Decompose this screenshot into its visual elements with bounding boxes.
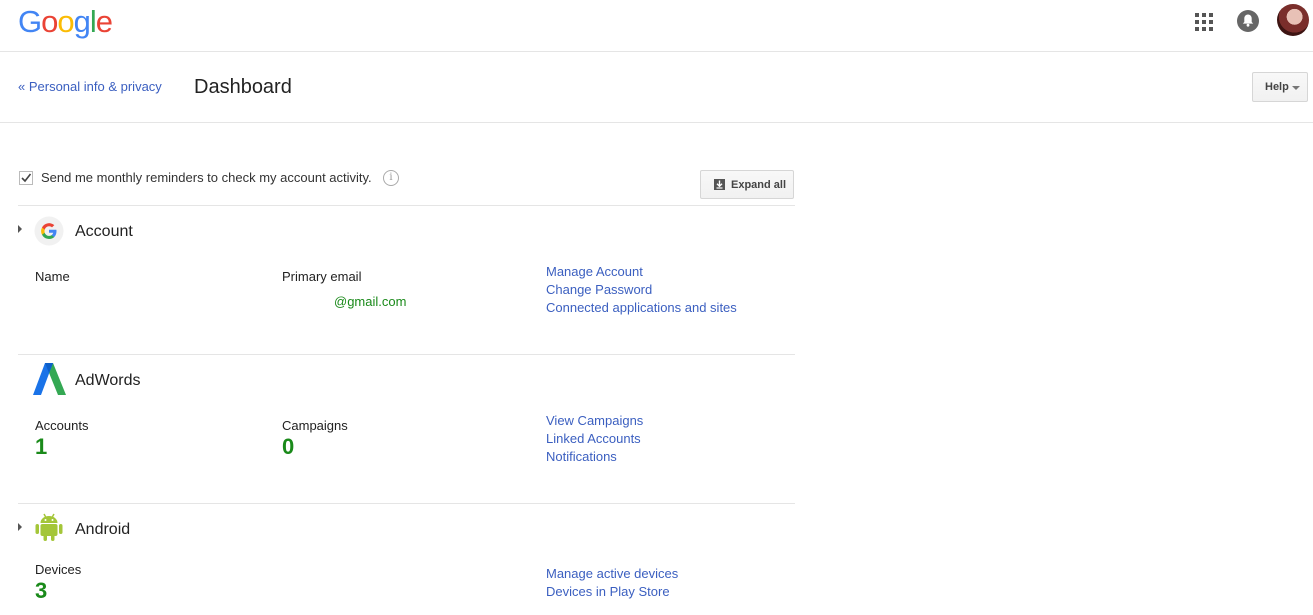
top-bar: Google bbox=[0, 0, 1313, 52]
apps-grid-icon[interactable] bbox=[1195, 13, 1213, 31]
expand-all-button[interactable]: Expand all bbox=[700, 170, 794, 199]
adwords-icon bbox=[33, 363, 66, 395]
sub-header: « Personal info & privacy Dashboard Help bbox=[0, 52, 1313, 123]
logo-letter: G bbox=[18, 4, 42, 39]
change-password-link[interactable]: Change Password bbox=[546, 282, 652, 297]
name-label: Name bbox=[35, 269, 70, 284]
linked-accounts-link[interactable]: Linked Accounts bbox=[546, 431, 641, 446]
view-campaigns-link[interactable]: View Campaigns bbox=[546, 413, 643, 428]
manage-active-devices-link[interactable]: Manage active devices bbox=[546, 566, 678, 581]
download-icon bbox=[714, 179, 725, 190]
page-title: Dashboard bbox=[194, 76, 292, 98]
logo-letter: g bbox=[73, 4, 91, 39]
back-link-personal-info[interactable]: « Personal info & privacy bbox=[18, 79, 162, 94]
section-divider bbox=[18, 354, 795, 355]
primary-email-label: Primary email bbox=[282, 269, 362, 284]
chevron-down-icon bbox=[1292, 86, 1300, 90]
google-logo[interactable]: Google bbox=[18, 4, 113, 40]
campaigns-count: 0 bbox=[282, 434, 295, 459]
section-title-account: Account bbox=[75, 223, 133, 240]
campaigns-label: Campaigns bbox=[282, 418, 348, 433]
section-divider bbox=[18, 503, 795, 504]
notifications-link[interactable]: Notifications bbox=[546, 449, 617, 464]
reminder-label: Send me monthly reminders to check my ac… bbox=[41, 170, 372, 185]
accounts-count: 1 bbox=[35, 434, 48, 459]
logo-letter: o bbox=[41, 4, 58, 39]
expand-triangle-icon[interactable] bbox=[18, 523, 22, 531]
avatar[interactable] bbox=[1277, 4, 1309, 36]
google-g-icon bbox=[34, 216, 64, 246]
section-title-android: Android bbox=[75, 521, 131, 538]
section-divider bbox=[18, 205, 795, 206]
bell-icon[interactable] bbox=[1237, 10, 1259, 32]
section-title-adwords: AdWords bbox=[75, 372, 141, 389]
logo-letter: o bbox=[57, 4, 74, 39]
devices-in-play-store-link[interactable]: Devices in Play Store bbox=[546, 584, 670, 599]
manage-account-link[interactable]: Manage Account bbox=[546, 264, 643, 279]
reminder-checkbox[interactable] bbox=[19, 171, 33, 185]
devices-count: 3 bbox=[35, 578, 48, 603]
devices-label: Devices bbox=[35, 562, 82, 577]
help-button-label: Help bbox=[1265, 81, 1289, 93]
primary-email-value: @gmail.com bbox=[334, 294, 407, 309]
android-icon bbox=[35, 513, 63, 541]
accounts-label: Accounts bbox=[35, 418, 89, 433]
info-icon[interactable]: i bbox=[383, 170, 399, 186]
expand-triangle-icon[interactable] bbox=[18, 225, 22, 233]
connected-apps-link[interactable]: Connected applications and sites bbox=[546, 300, 737, 315]
logo-letter: e bbox=[95, 4, 113, 39]
help-button[interactable]: Help bbox=[1252, 72, 1308, 102]
expand-all-label: Expand all bbox=[731, 179, 787, 191]
